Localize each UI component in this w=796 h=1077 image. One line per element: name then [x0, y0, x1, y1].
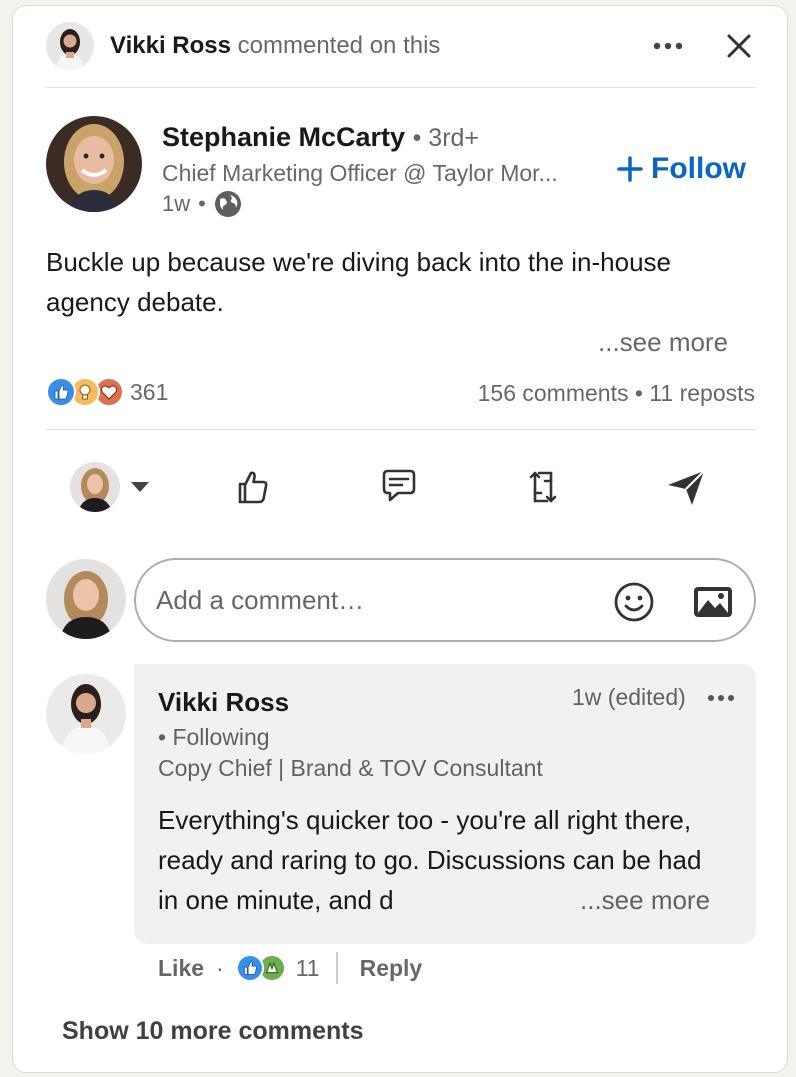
post-meta: 1w •: [162, 190, 242, 218]
post-see-more-button[interactable]: ...see more: [598, 325, 728, 359]
image-icon: [694, 587, 732, 617]
comment-bubble: Vikki Ross 1w (edited) • Following Copy …: [134, 664, 756, 944]
reaction-icons: [46, 376, 126, 408]
my-avatar-small: [70, 462, 120, 512]
author-name-line: Stephanie McCarty • 3rd+: [162, 121, 479, 154]
caret-down-icon: [131, 482, 149, 492]
globe-icon: [214, 191, 241, 217]
connection-degree: • 3rd+: [412, 124, 480, 152]
emoji-button[interactable]: [612, 580, 656, 624]
comment-actions-divider: [335, 952, 338, 984]
comments-reposts-count[interactable]: 156 comments • 11 reposts: [478, 379, 755, 407]
reaction-picker-button[interactable]: [65, 456, 155, 518]
follow-label: Follow: [651, 152, 746, 185]
author-headline: Chief Marketing Officer @ Taylor Mor...: [162, 160, 558, 186]
send-icon: [668, 470, 705, 505]
comment-button[interactable]: [369, 456, 429, 518]
reactions-summary[interactable]: 361: [46, 376, 168, 408]
header-divider: [46, 87, 756, 88]
commenter-name[interactable]: Vikki Ross: [158, 686, 289, 718]
header-text: Vikki Ross commented on this: [110, 31, 440, 61]
commenter-headline: Copy Chief | Brand & TOV Consultant: [158, 755, 543, 781]
commenter-avatar[interactable]: [46, 674, 126, 754]
ellipsis-icon: [708, 695, 734, 701]
reply-button[interactable]: Reply: [360, 955, 423, 982]
comment-reaction-count: 11: [295, 954, 320, 981]
comment-input[interactable]: [156, 582, 576, 618]
like-icon: [238, 471, 268, 504]
header-avatar[interactable]: [46, 22, 94, 70]
following-status: • Following: [158, 724, 270, 750]
post-actions-bar: [13, 456, 787, 518]
more-options-button[interactable]: [651, 31, 685, 61]
ellipsis-icon: [653, 42, 683, 50]
comment-reaction-icons[interactable]: [235, 953, 290, 983]
comment-icon: [382, 469, 416, 502]
post-text: Buckle up because we're diving back into…: [46, 247, 672, 317]
comment-actions: Like · 11 Reply: [158, 951, 422, 985]
post-card: Vikki Ross commented on this Stephanie M…: [12, 5, 788, 1073]
comment-see-more-button[interactable]: ...see more: [566, 880, 711, 920]
emoji-icon: [614, 582, 654, 622]
reaction-count: 361: [130, 378, 169, 405]
close-button[interactable]: [721, 28, 757, 64]
meta-separator: •: [198, 191, 206, 216]
close-icon: [727, 34, 751, 58]
repost-icon: [529, 471, 557, 503]
comment-box: [134, 558, 756, 642]
show-more-comments-button[interactable]: Show 10 more comments: [62, 1015, 363, 1047]
like-icon: [235, 954, 264, 982]
comment-more-button[interactable]: [704, 684, 738, 712]
degree-value: 3rd+: [428, 124, 480, 152]
actor-name[interactable]: Vikki Ross: [110, 32, 231, 59]
social-divider: [46, 429, 756, 430]
like-button[interactable]: [223, 456, 283, 518]
comment-time: 1w (edited): [572, 684, 686, 710]
activity-header: Vikki Ross commented on this: [13, 6, 787, 88]
actor-action: commented on this: [237, 32, 441, 59]
plus-icon: [617, 156, 643, 182]
post-time: 1w: [162, 191, 191, 216]
repost-button[interactable]: [513, 456, 573, 518]
comment-like-button[interactable]: Like: [158, 955, 204, 982]
author-name[interactable]: Stephanie McCarty: [162, 122, 405, 152]
send-button[interactable]: [656, 456, 716, 518]
add-image-button[interactable]: [691, 580, 735, 624]
comment-separator: ·: [216, 954, 224, 981]
my-avatar[interactable]: [46, 559, 126, 639]
like-icon: [46, 377, 76, 407]
author-avatar[interactable]: [46, 116, 142, 212]
follow-button[interactable]: Follow: [617, 149, 746, 189]
